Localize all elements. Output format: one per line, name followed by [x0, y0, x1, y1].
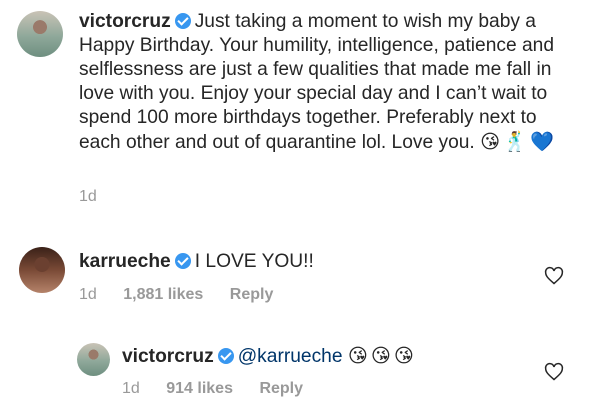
comment-username[interactable]: karrueche [79, 251, 171, 272]
verified-badge-icon [217, 348, 234, 364]
post-meta: 1d [79, 188, 119, 206]
kiss-emoji-icon: 😘 [347, 344, 368, 367]
post-time[interactable]: 1d [79, 188, 97, 205]
post-caption: victorcruz Just taking a moment to wish m… [79, 10, 579, 155]
verified-badge-icon [174, 13, 191, 29]
reply-author-avatar[interactable] [77, 343, 110, 376]
blue-heart-emoji-icon: 💙 [530, 130, 554, 153]
post-author-avatar[interactable] [17, 11, 63, 57]
comment-text: I LOVE YOU!! [194, 251, 314, 272]
verified-badge-icon [174, 253, 191, 269]
post-username[interactable]: victorcruz [79, 11, 171, 32]
comment-likes[interactable]: 1,881 likes [123, 286, 203, 303]
reply-time[interactable]: 1d [122, 380, 140, 397]
reply-meta: 1d 914 likes Reply [122, 380, 325, 398]
commenter-avatar[interactable] [19, 247, 65, 293]
reply-button[interactable]: Reply [230, 286, 274, 303]
like-heart-icon[interactable] [544, 362, 564, 382]
reply-comment: victorcruz @karrueche 😘 😘 😘 [122, 344, 542, 369]
comment: karrueche I LOVE YOU!! [79, 250, 539, 274]
mention-link[interactable]: @karrueche [238, 346, 343, 367]
dancer-emoji-icon: 🕺 [503, 130, 528, 153]
like-heart-icon[interactable] [544, 266, 564, 286]
kiss-emoji-icon: 😘 [370, 344, 391, 367]
reply-username[interactable]: victorcruz [122, 346, 214, 367]
comment-meta: 1d 1,881 likes Reply [79, 286, 295, 304]
comment-time[interactable]: 1d [79, 286, 97, 303]
kiss-emoji-icon: 😘 [480, 130, 501, 153]
reply-likes[interactable]: 914 likes [166, 380, 233, 397]
reply-button[interactable]: Reply [259, 380, 303, 397]
kiss-emoji-icon: 😘 [393, 344, 414, 367]
